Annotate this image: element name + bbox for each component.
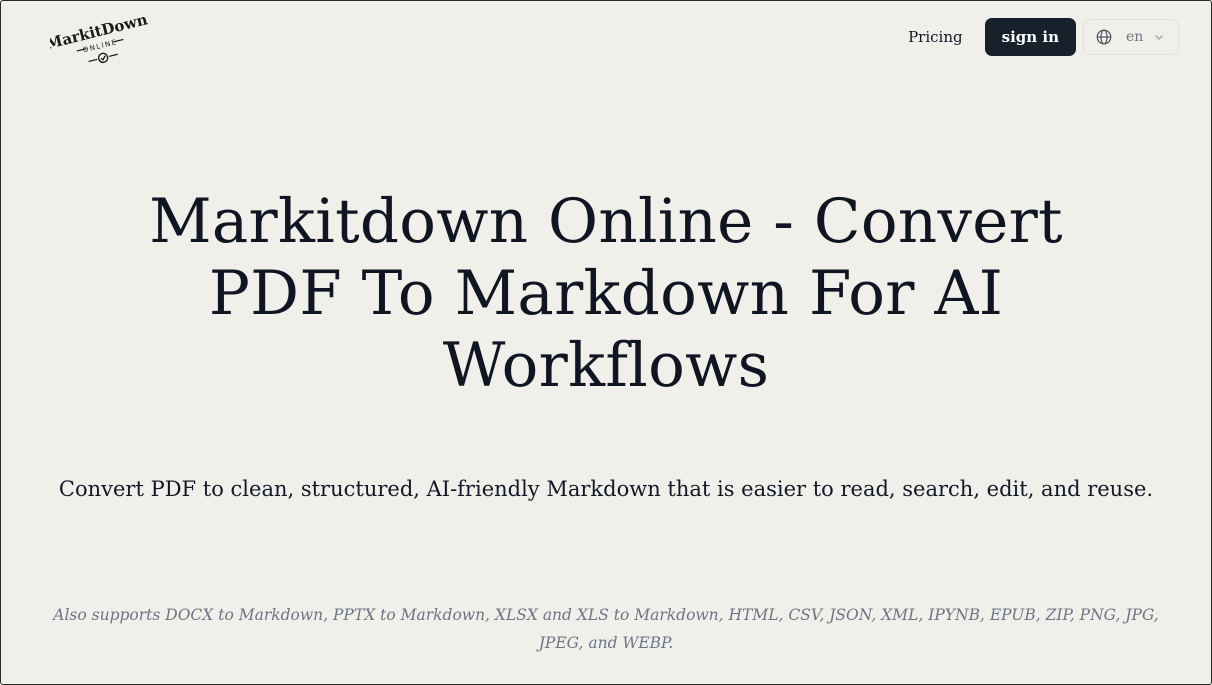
language-select[interactable]: en: [1083, 19, 1179, 55]
header-nav: Pricing sign in en: [908, 18, 1179, 56]
chevron-down-icon: [1155, 35, 1164, 40]
supported-formats-note: Also supports DOCX to Markdown, PPTX to …: [53, 606, 1159, 652]
language-value: en: [1126, 29, 1144, 45]
logo[interactable]: MarkitDown ONLINE: [44, 8, 150, 66]
title-line: Workflows: [442, 330, 770, 401]
page-title: Markitdown Online - Convert PDF To Markd…: [60, 186, 1152, 402]
hero-subtitle: Convert PDF to clean, structured, AI-fri…: [58, 477, 1154, 501]
logo-mark: MarkitDown ONLINE: [44, 10, 149, 64]
globe-icon: [1096, 29, 1112, 45]
title-line: Markitdown Online - Convert: [149, 186, 1063, 257]
sign-in-button[interactable]: sign in: [984, 18, 1076, 56]
title-line: PDF To Markdown For AI: [208, 258, 1004, 329]
pricing-link[interactable]: Pricing: [908, 28, 963, 46]
